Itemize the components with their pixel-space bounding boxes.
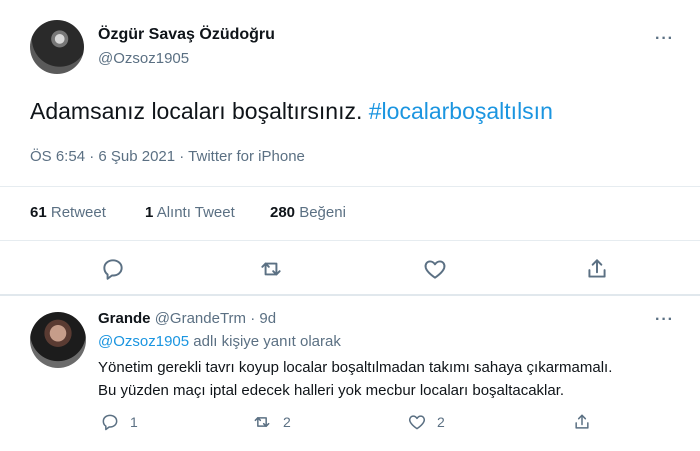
quote-stat[interactable]: 1 Alıntı Tweet [145,204,235,221]
more-icon[interactable]: ··· [655,30,674,48]
author-avatar[interactable] [30,20,84,74]
reply-text-line: Yönetim gerekli tavrı koyup localar boşa… [98,359,613,376]
quote-label: Alıntı Tweet [156,204,235,221]
divider [0,294,700,296]
quote-count: 1 [145,204,154,221]
like-icon[interactable] [422,256,448,282]
reply-author-handle[interactable]: @GrandeTrm [155,310,246,327]
author-name[interactable]: Özgür Savaş Özüdoğru [98,26,275,44]
retweet-count: 61 [30,204,47,221]
reply-count: 1 [130,414,138,430]
reply-like-count: 2 [437,414,445,430]
retweet-icon[interactable] [258,256,284,282]
reply-header: Grande @GrandeTrm · 9d [98,310,276,327]
like-count: 280 [270,204,296,221]
retweet-label: Retweet [50,204,106,221]
tweet-text: Adamsanız locaları boşaltırsınız. #local… [30,98,553,125]
more-icon[interactable]: ··· [655,311,674,329]
author-handle[interactable]: @Ozsoz1905 [98,50,189,67]
reply-text: Yönetim gerekli tavrı koyup localar boşa… [98,356,612,402]
replying-to: @Ozsoz1905 adlı kişiye yanıt olarak [98,333,341,350]
hashtag-link[interactable]: #localarboşaltılsın [369,98,553,124]
like-label: Beğeni [299,204,346,221]
reply-retweet-count: 2 [283,414,291,430]
retweet-stat[interactable]: 61 Retweet [30,204,106,221]
divider [0,186,700,187]
replying-to-suffix: adlı kişiye yanıt olarak [193,333,341,350]
reply-icon[interactable] [100,412,120,432]
reply-author-name[interactable]: Grande [98,310,151,327]
like-stat[interactable]: 280 Beğeni [270,204,346,221]
share-icon[interactable] [572,412,592,432]
retweet-icon[interactable] [252,412,272,432]
replying-to-mention[interactable]: @Ozsoz1905 [98,333,189,350]
tweet-text-plain: Adamsanız locaları boşaltırsınız. [30,98,363,124]
reply-icon[interactable] [100,256,126,282]
like-icon[interactable] [407,412,427,432]
reply-text-line: Bu yüzden maçı iptal edecek halleri yok … [98,382,565,399]
tweet-meta[interactable]: ÖS 6:54 · 6 Şub 2021 · Twitter for iPhon… [30,148,305,165]
share-icon[interactable] [584,256,610,282]
reply-time[interactable]: · 9d [250,310,276,327]
reply-author-avatar[interactable] [30,312,86,368]
divider [0,240,700,241]
